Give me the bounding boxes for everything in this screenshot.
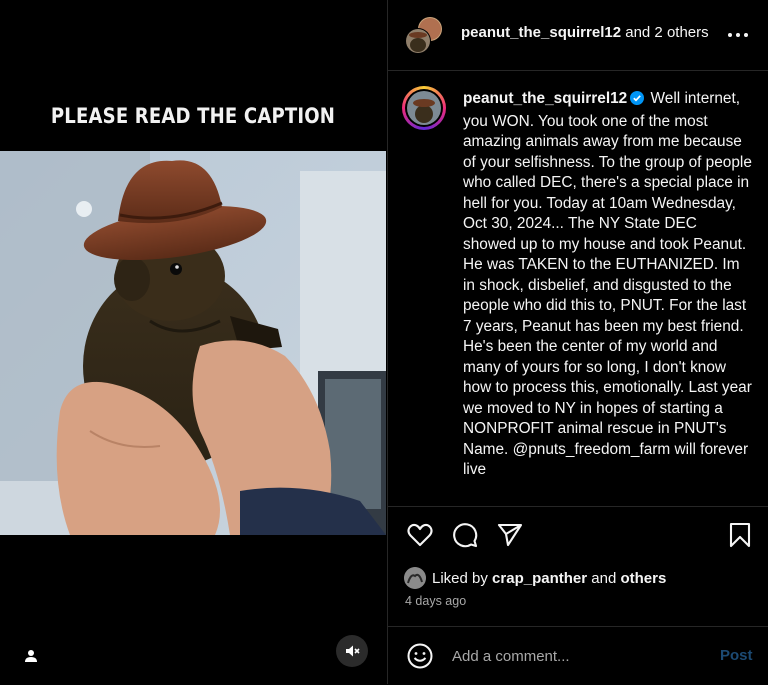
comment-bar: Post xyxy=(388,626,768,685)
comment-icon xyxy=(453,523,478,548)
more-options-button[interactable] xyxy=(724,24,752,46)
squirrel-photo xyxy=(0,151,386,535)
comment-button[interactable] xyxy=(451,521,479,549)
post-details-panel: peanut_the_squirrel12 and 2 others peanu… xyxy=(387,0,768,684)
caption-text-block: peanut_the_squirrel12 Well internet, you… xyxy=(463,89,753,481)
share-button[interactable] xyxy=(496,521,524,549)
collab-avatar[interactable] xyxy=(404,15,444,55)
likes-others[interactable]: others xyxy=(620,570,666,587)
mute-button[interactable] xyxy=(336,635,368,667)
header-usernames: peanut_the_squirrel12 and 2 others xyxy=(461,24,721,41)
caption-section: peanut_the_squirrel12 Well internet, you… xyxy=(388,70,768,506)
header-username[interactable]: peanut_the_squirrel12 xyxy=(461,24,621,41)
action-bar xyxy=(388,506,768,563)
instagram-post-modal: PLEASE READ THE CAPTION peanut_the_squir… xyxy=(0,0,768,684)
bookmark-icon xyxy=(729,522,751,548)
media-overlay-text: PLEASE READ THE CAPTION xyxy=(50,104,336,128)
heart-icon xyxy=(407,523,433,547)
speaker-muted-icon xyxy=(346,645,360,657)
post-media[interactable]: PLEASE READ THE CAPTION xyxy=(0,0,386,684)
paper-plane-icon xyxy=(497,523,523,547)
liker-avatar xyxy=(404,567,426,589)
user-tag-button[interactable] xyxy=(20,645,42,667)
post-header: peanut_the_squirrel12 and 2 others xyxy=(388,0,768,71)
more-dots-icon xyxy=(728,33,748,37)
post-timestamp[interactable]: 4 days ago xyxy=(405,594,466,608)
likes-prefix: Liked by xyxy=(432,569,488,587)
likes-conj: and xyxy=(591,569,617,587)
smiley-icon xyxy=(407,643,433,669)
verified-badge-icon xyxy=(630,91,645,112)
save-button[interactable] xyxy=(726,521,754,549)
caption-username[interactable]: peanut_the_squirrel12 xyxy=(463,90,627,107)
person-icon xyxy=(25,650,37,662)
caption-avatar[interactable] xyxy=(402,86,446,130)
liker-username[interactable]: crap_panther xyxy=(492,570,587,587)
likes-summary[interactable]: Liked by crap_panther and others xyxy=(404,566,666,590)
comment-input[interactable] xyxy=(450,643,704,669)
post-comment-button[interactable]: Post xyxy=(720,647,753,664)
like-button[interactable] xyxy=(406,521,434,549)
caption-body: Well internet, you WON. You took one of … xyxy=(463,90,752,478)
header-others[interactable]: and 2 others xyxy=(625,24,708,41)
emoji-button[interactable] xyxy=(406,642,434,670)
